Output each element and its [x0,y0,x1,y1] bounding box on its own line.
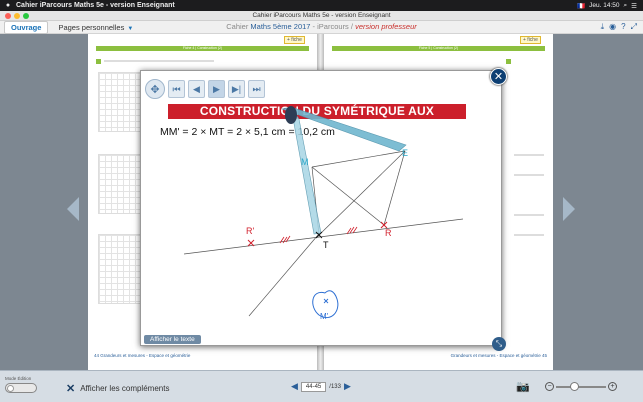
book-title-sep: - iParcours / [310,22,356,31]
point-m-prime-mark [323,298,329,304]
bottom-bar: Mode Édition ✕ Afficher les compléments … [0,370,643,402]
book-title-version: version professeur [355,22,417,31]
close-icon[interactable]: ✕ [490,68,507,85]
complements-label: Afficher les compléments [80,384,170,393]
app-menu[interactable]: Cahier iParcours Maths 5e - version Ense… [16,2,175,9]
search-icon[interactable]: ⌕ [624,2,628,10]
compass-hinge-icon [285,106,297,124]
eye-icon[interactable]: ◉ [609,22,616,32]
point-r-prime-mark [247,239,255,247]
app-toolbar: Ouvrage Pages personnelles ▼ Cahier Maths… [0,20,643,34]
resize-icon[interactable]: ⤡ [492,337,506,351]
menu-list-icon[interactable]: ☰ [631,2,637,10]
right-page-header: Fiche 5 | Construction (2) [332,46,545,51]
menu-bar: ● Cahier iParcours Maths 5e - version En… [0,0,643,11]
right-footer-text: Grandeurs et mesures - Espace et géométr… [450,353,541,358]
zoom-slider-thumb[interactable] [570,381,579,391]
exercise-number [506,59,511,64]
page-navigator: ◀ 44-45 /133 ▶ [291,381,351,392]
animation-popup: ✥ ⏮ ◀ ▶ ▶| ⏭ CONSTRUCTION DU SYMÉTRIQUE … [140,70,502,346]
exercise-text [514,214,544,216]
previous-page-icon[interactable]: ◀ [291,381,298,392]
camera-icon[interactable]: 📷 [516,380,530,393]
left-fiche-button[interactable]: + fiche [284,36,305,44]
next-page-icon[interactable]: ▶ [344,381,351,392]
clock[interactable]: Jeu. 14:50 [589,2,619,9]
next-page-arrow-icon[interactable] [563,197,575,221]
page-input[interactable]: 44-45 [300,381,327,392]
book-title-main: Maths 5ème 2017 [250,22,311,31]
window-title-bar: Cahier iParcours Maths 5e - version Ense… [0,11,643,21]
complements-toggle[interactable]: ✕ Afficher les compléments [66,382,169,395]
download-icon[interactable]: ⤓ [601,22,605,32]
point-label-m: M [301,157,309,167]
point-label-r-prime: R' [246,226,254,236]
flag-icon[interactable]: 🇫🇷 [577,2,585,10]
status-area: 🇫🇷 Jeu. 14:50 ⌕ ☰ [577,2,643,10]
help-icon[interactable]: ? [621,22,625,32]
construction-drawing: E M T R R' M' [183,106,464,321]
left-page-footer: 44 Grandeurs et mesures - Espace et géom… [94,353,311,358]
left-page-header: Fiche 4 | Construction (2) [96,46,309,51]
toolbar-icons: ⤓ ◉ ? ⤢ [601,22,637,32]
fullscreen-icon[interactable]: ⤢ [631,22,637,32]
exercise-text [514,154,544,156]
point-label-t: T [323,240,329,250]
exercise-text [104,60,214,62]
point-label-e: E [402,148,408,158]
zoom-control: − + [545,381,617,391]
zoom-out-icon[interactable]: − [545,382,554,391]
close-icon: ✕ [66,383,76,395]
left-footer-text: Grandeurs et mesures - Espace et géométr… [100,353,191,358]
exercise-text [514,234,544,236]
chevron-down-icon: ▼ [127,25,134,32]
exercise-grid [98,154,146,214]
mode-edition-toggle[interactable] [5,383,37,393]
toggle-knob [7,385,14,392]
tab-ouvrage[interactable]: Ouvrage [4,20,49,34]
apple-menu-icon[interactable]: ● [0,2,16,9]
right-fiche-button[interactable]: + fiche [520,36,541,44]
mode-edition-label: Mode Édition [5,376,32,381]
zoom-slider[interactable] [556,381,606,391]
right-page-number: 45 [541,353,547,358]
left-page-number: 44 [94,353,100,358]
exercise-text [514,174,544,176]
exercise-grid [98,72,146,132]
point-label-r: R [385,228,392,238]
segment-line [383,150,406,226]
page-total: /133 [329,383,341,390]
tab-pages-label: Pages personnelles [58,22,125,32]
tab-pages-personnelles[interactable]: Pages personnelles ▼ [52,22,139,33]
point-r-mark [380,221,388,229]
previous-page-arrow-icon[interactable] [67,197,79,221]
window-title: Cahier iParcours Maths 5e - version Ense… [252,12,391,19]
exercise-grid [98,234,146,304]
exercise-number [96,59,101,64]
right-page-footer: Grandeurs et mesures - Espace et géométr… [330,353,547,358]
segment-line [311,166,385,226]
point-label-m-prime: M' [320,312,329,321]
segment-line [248,234,319,317]
afficher-texte-button[interactable]: Afficher le texte [144,335,201,344]
zoom-in-icon[interactable]: + [608,382,617,391]
book-title-prefix: Cahier [226,22,249,31]
